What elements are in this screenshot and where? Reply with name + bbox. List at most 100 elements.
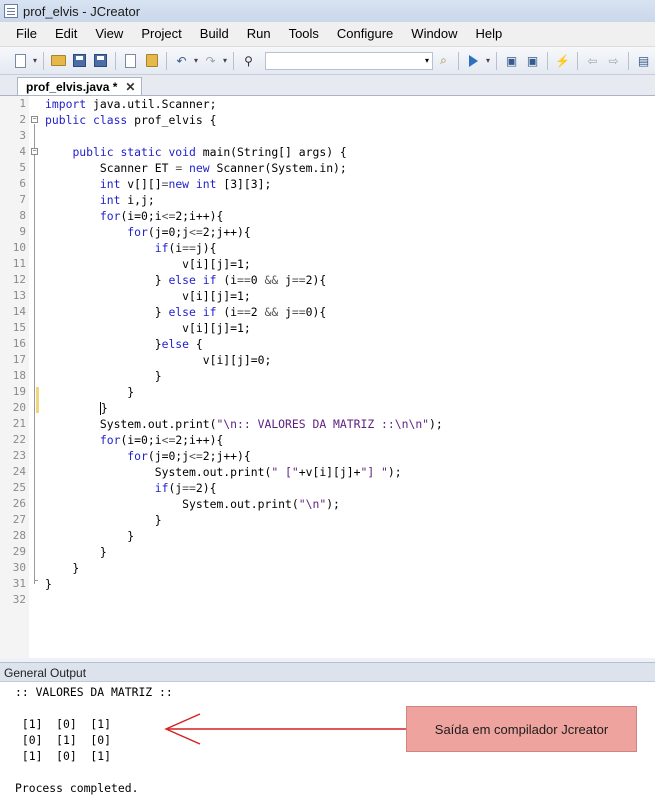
code-line: 32 xyxy=(13,592,655,608)
code-token: Scanner(System.in); xyxy=(209,161,347,175)
code-line: 3 xyxy=(19,128,655,144)
find-in-files-icon[interactable]: ⌕ xyxy=(435,52,452,69)
forward-icon[interactable]: ⇨ xyxy=(605,52,622,69)
code-token: java.util.Scanner; xyxy=(86,97,217,111)
line-number: 18 xyxy=(12,369,26,382)
new-file-dropdown-icon[interactable]: ▾ xyxy=(31,52,39,69)
save-all-icon[interactable] xyxy=(92,52,109,69)
operator-token: <= xyxy=(189,225,203,239)
code-token: System.out.print( xyxy=(45,497,299,511)
workspace-icon[interactable]: ▤ xyxy=(635,52,652,69)
paste-icon[interactable] xyxy=(143,52,160,69)
copy-icon[interactable] xyxy=(122,52,139,69)
line-number: 9 xyxy=(19,225,26,238)
code-token: v[][] xyxy=(120,177,162,191)
output-panel-header: General Output xyxy=(0,662,655,682)
line-number: 30 xyxy=(12,561,26,574)
code-token: (j=0;j xyxy=(147,225,190,239)
keyword-token: for xyxy=(99,433,121,447)
code-token: (i xyxy=(168,241,183,255)
code-token: i,j; xyxy=(120,193,155,207)
code-line: 21 System.out.print("\n:: VALORES DA MAT… xyxy=(13,416,655,432)
save-icon[interactable] xyxy=(71,52,88,69)
menu-file[interactable]: File xyxy=(0,23,46,45)
menu-help[interactable]: Help xyxy=(467,23,512,45)
string-token: "\n:: VALORES DA MATRIZ ::\n\n" xyxy=(216,417,430,431)
run-dropdown-icon[interactable]: ▾ xyxy=(484,52,492,69)
code-line: 17 v[i][j]=0; xyxy=(13,352,655,368)
run-icon[interactable] xyxy=(465,52,482,69)
code-token: 0){ xyxy=(305,305,327,319)
menu-tools[interactable]: Tools xyxy=(280,23,328,45)
modified-line-marker xyxy=(36,387,39,413)
menu-window[interactable]: Window xyxy=(402,23,466,45)
keyword-token: public class xyxy=(45,113,128,127)
line-number: 11 xyxy=(12,257,26,270)
fold-collapse-icon[interactable]: − xyxy=(31,148,38,155)
code-token: System.out.print( xyxy=(45,417,217,431)
fold-collapse-icon[interactable]: − xyxy=(31,116,38,123)
code-line: 28 } xyxy=(13,528,655,544)
keyword-token: new int xyxy=(168,177,217,191)
find-binoculars-icon[interactable]: ⚲ xyxy=(240,52,257,69)
menu-edit[interactable]: Edit xyxy=(46,23,86,45)
menu-view[interactable]: View xyxy=(86,23,132,45)
menu-configure[interactable]: Configure xyxy=(328,23,402,45)
redo-icon[interactable]: ↷ xyxy=(202,52,219,69)
undo-dropdown-icon[interactable]: ▾ xyxy=(192,52,200,69)
keyword-token: for xyxy=(99,209,121,223)
keyword-token: public static void xyxy=(72,145,196,159)
menu-run[interactable]: Run xyxy=(238,23,280,45)
code-line: 26 System.out.print("\n"); xyxy=(13,496,655,512)
output-line: :: VALORES DA MATRIZ :: xyxy=(15,685,173,699)
back-icon[interactable]: ⇦ xyxy=(584,52,601,69)
open-folder-icon[interactable] xyxy=(50,52,67,69)
menu-build[interactable]: Build xyxy=(191,23,238,45)
code-line: 7 int i,j; xyxy=(19,192,655,208)
redo-dropdown-icon[interactable]: ▾ xyxy=(221,52,229,69)
operator-token: == xyxy=(291,273,306,287)
code-token: j){ xyxy=(195,241,217,255)
code-token: (i=0;i xyxy=(120,209,162,223)
keyword-token: int xyxy=(99,177,121,191)
code-line: 8 for(i=0;i<=2;i++){ xyxy=(19,208,655,224)
code-token: } xyxy=(45,545,107,559)
build-icon[interactable]: ▣ xyxy=(524,52,541,69)
code-token: } xyxy=(45,561,80,575)
code-line: 11 v[i][j]=1; xyxy=(13,256,655,272)
code-token: 2 xyxy=(250,305,265,319)
close-icon[interactable]: ✕ xyxy=(125,80,135,94)
tab-label: prof_elvis.java * xyxy=(26,79,118,94)
operator-token: == xyxy=(237,305,251,319)
undo-icon[interactable]: ↶ xyxy=(173,52,190,69)
compile-icon[interactable]: ▣ xyxy=(503,52,520,69)
keyword-token: else xyxy=(161,337,190,351)
tab-prof-elvis[interactable]: prof_elvis.java * ✕ xyxy=(17,77,143,95)
debug-icon[interactable]: ⚡ xyxy=(554,52,571,69)
code-token: j xyxy=(278,273,292,287)
code-line: 4 public static void main(String[] args)… xyxy=(19,144,655,160)
window-title: prof_elvis - JCreator xyxy=(23,3,141,19)
line-number: 15 xyxy=(12,321,26,334)
search-combo[interactable]: ▾ xyxy=(265,51,433,70)
menu-project[interactable]: Project xyxy=(132,23,190,45)
code-token: 2){ xyxy=(195,481,217,495)
code-editor[interactable]: − − 1 import java.util.Scanner; 2 public cl… xyxy=(0,96,655,658)
code-token: +v[i][j]+ xyxy=(298,465,361,479)
code-text[interactable]: 1 import java.util.Scanner; 2 public class … xyxy=(13,96,655,608)
code-token: j xyxy=(278,305,292,319)
code-token: 2;j++){ xyxy=(202,449,251,463)
code-line: 2 public class prof_elvis { xyxy=(19,112,655,128)
string-token: "\n" xyxy=(298,497,327,511)
code-line: 13 v[i][j]=1; xyxy=(13,288,655,304)
code-line: 12 } else if (i==0 && j==2){ xyxy=(13,272,655,288)
annotation-callout: Saída em compilador Jcreator xyxy=(406,706,637,752)
code-token: v[i][j]=1; xyxy=(45,257,251,271)
code-line: 31} xyxy=(13,576,655,592)
code-token: } xyxy=(45,385,135,399)
new-file-icon[interactable] xyxy=(12,52,29,69)
line-number: 17 xyxy=(12,353,26,366)
code-token: prof_elvis { xyxy=(127,113,217,127)
